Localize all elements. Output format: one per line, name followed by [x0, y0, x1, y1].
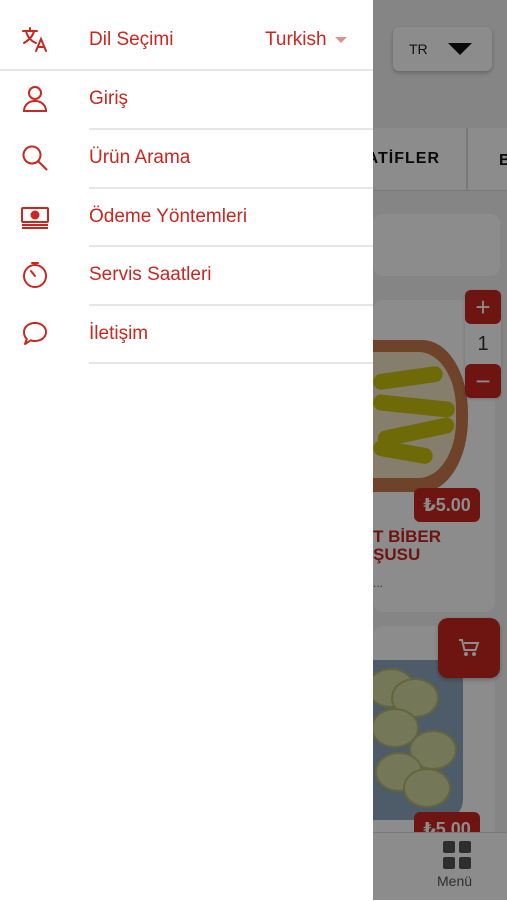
- language-label: Dil Seçimi: [89, 29, 174, 50]
- drawer-item-label: İletişim: [89, 323, 149, 344]
- drawer-item-label: Servis Saatleri: [89, 264, 212, 285]
- divider: [89, 362, 373, 364]
- drawer-item-label: Giriş: [89, 88, 129, 109]
- user-icon: [20, 84, 50, 114]
- translate-icon: [20, 25, 50, 55]
- drawer-item-service-hours[interactable]: Servis Saatleri: [0, 246, 373, 304]
- language-row[interactable]: Dil Seçimi Turkish: [0, 11, 373, 69]
- drawer-item-login[interactable]: Giriş: [0, 70, 373, 128]
- drawer-item-contact[interactable]: İletişim: [0, 305, 373, 363]
- chat-icon: [20, 319, 50, 349]
- drawer-item-label: Ürün Arama: [89, 147, 191, 168]
- caret-down-icon: [334, 37, 347, 43]
- drawer-item-payment[interactable]: Ödeme Yöntemleri: [0, 188, 373, 246]
- money-icon: [20, 202, 50, 232]
- search-icon: [20, 143, 50, 173]
- drawer-item-search[interactable]: Ürün Arama: [0, 129, 373, 187]
- side-drawer: Dil Seçimi Turkish Giriş Ürün Arama Ödem…: [0, 0, 373, 900]
- drawer-item-label: Ödeme Yöntemleri: [89, 206, 248, 227]
- timer-icon: [20, 260, 50, 290]
- language-value[interactable]: Turkish: [265, 29, 347, 51]
